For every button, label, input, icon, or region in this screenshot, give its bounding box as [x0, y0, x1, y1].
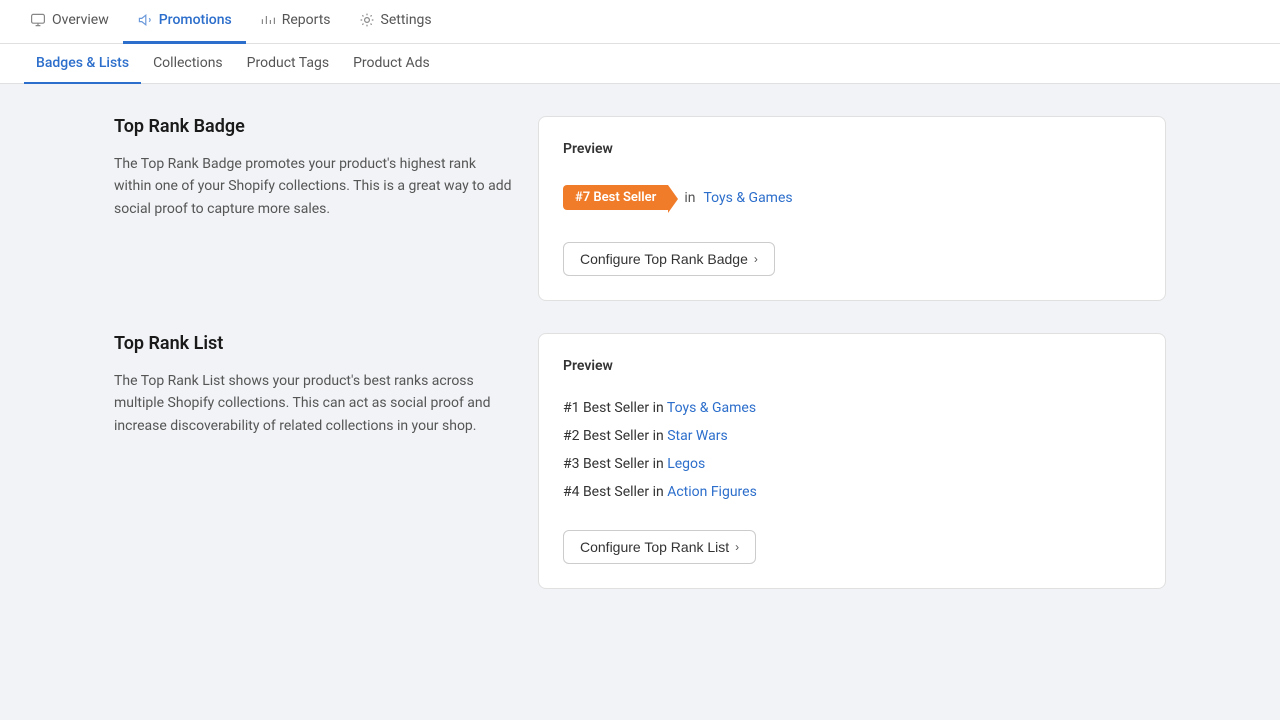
- rank-list: #1 Best Seller in Toys & Games #2 Best S…: [563, 394, 1141, 506]
- badge-section-title: Top Rank Badge: [114, 116, 514, 137]
- configure-list-label: Configure Top Rank List: [580, 539, 729, 555]
- subnav-collections-label: Collections: [153, 55, 223, 71]
- badge-section-description: The Top Rank Badge promotes your product…: [114, 153, 514, 220]
- nav-reports[interactable]: Reports: [246, 0, 345, 44]
- list-preview-label: Preview: [563, 358, 1141, 374]
- sub-navigation: Badges & Lists Collections Product Tags …: [0, 44, 1280, 84]
- nav-reports-label: Reports: [282, 12, 331, 28]
- list-preview-card: Preview #1 Best Seller in Toys & Games #…: [538, 333, 1166, 589]
- list-item: #3 Best Seller in Legos: [563, 450, 1141, 478]
- nav-overview-label: Overview: [52, 12, 109, 28]
- top-rank-badge-section: Top Rank Badge The Top Rank Badge promot…: [114, 116, 1166, 301]
- subnav-product-tags-label: Product Tags: [247, 55, 329, 71]
- configure-badge-label: Configure Top Rank Badge: [580, 251, 748, 267]
- rank-badge: #7 Best Seller: [563, 185, 668, 210]
- rank-4-link[interactable]: Action Figures: [667, 484, 757, 500]
- list-item: #1 Best Seller in Toys & Games: [563, 394, 1141, 422]
- chevron-right-icon: ›: [754, 252, 758, 266]
- rank-4: #4 Best Seller in: [563, 484, 667, 500]
- nav-settings-label: Settings: [381, 12, 432, 28]
- gear-icon: [359, 12, 375, 28]
- badge-preview-label: Preview: [563, 141, 1141, 157]
- list-item: #4 Best Seller in Action Figures: [563, 478, 1141, 506]
- subnav-badges-lists-label: Badges & Lists: [36, 55, 129, 71]
- configure-list-button[interactable]: Configure Top Rank List ›: [563, 530, 756, 564]
- subnav-product-ads-label: Product Ads: [353, 55, 430, 71]
- badge-in-text: in: [684, 190, 695, 206]
- rank-1-link[interactable]: Toys & Games: [667, 400, 756, 416]
- subnav-collections[interactable]: Collections: [141, 44, 235, 84]
- badge-preview-card: Preview #7 Best Seller in Toys & Games C…: [538, 116, 1166, 301]
- rank-3-link[interactable]: Legos: [667, 456, 705, 472]
- nav-promotions[interactable]: Promotions: [123, 0, 246, 44]
- subnav-product-ads[interactable]: Product Ads: [341, 44, 442, 84]
- rank-1: #1 Best Seller in: [563, 400, 667, 416]
- list-section-description: The Top Rank List shows your product's b…: [114, 370, 514, 437]
- badge-collection-link[interactable]: Toys & Games: [703, 190, 792, 206]
- list-item: #2 Best Seller in Star Wars: [563, 422, 1141, 450]
- subnav-badges-lists[interactable]: Badges & Lists: [24, 44, 141, 84]
- subnav-product-tags[interactable]: Product Tags: [235, 44, 341, 84]
- badge-preview-area: #7 Best Seller in Toys & Games: [563, 177, 1141, 218]
- chevron-right-icon: ›: [735, 540, 739, 554]
- main-content: Top Rank Badge The Top Rank Badge promot…: [90, 84, 1190, 653]
- rank-2-link[interactable]: Star Wars: [667, 428, 728, 444]
- badge-section-left: Top Rank Badge The Top Rank Badge promot…: [114, 116, 514, 220]
- list-section-title: Top Rank List: [114, 333, 514, 354]
- list-section-left: Top Rank List The Top Rank List shows yo…: [114, 333, 514, 437]
- configure-badge-button[interactable]: Configure Top Rank Badge ›: [563, 242, 775, 276]
- top-rank-list-section: Top Rank List The Top Rank List shows yo…: [114, 333, 1166, 589]
- nav-settings[interactable]: Settings: [345, 0, 446, 44]
- nav-overview[interactable]: Overview: [16, 0, 123, 44]
- megaphone-icon: [137, 12, 153, 28]
- monitor-icon: [30, 12, 46, 28]
- top-navigation: Overview Promotions Reports Settings: [0, 0, 1280, 44]
- nav-promotions-label: Promotions: [159, 12, 232, 28]
- rank-2: #2 Best Seller in: [563, 428, 667, 444]
- chart-icon: [260, 12, 276, 28]
- rank-3: #3 Best Seller in: [563, 456, 667, 472]
